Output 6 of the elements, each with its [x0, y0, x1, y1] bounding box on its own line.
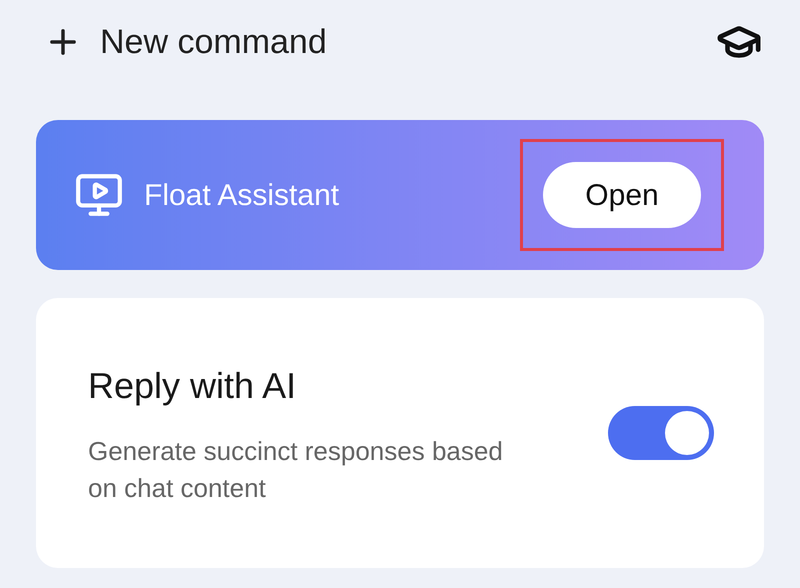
- card-title: Float Assistant: [144, 178, 340, 214]
- card-title: Reply with AI: [88, 364, 298, 408]
- open-button[interactable]: Open: [543, 162, 701, 228]
- toggle-switch[interactable]: [608, 406, 714, 460]
- new-command-button[interactable]: New command: [44, 16, 327, 68]
- card-description: Generate succinct responses based on chat content: [88, 435, 504, 505]
